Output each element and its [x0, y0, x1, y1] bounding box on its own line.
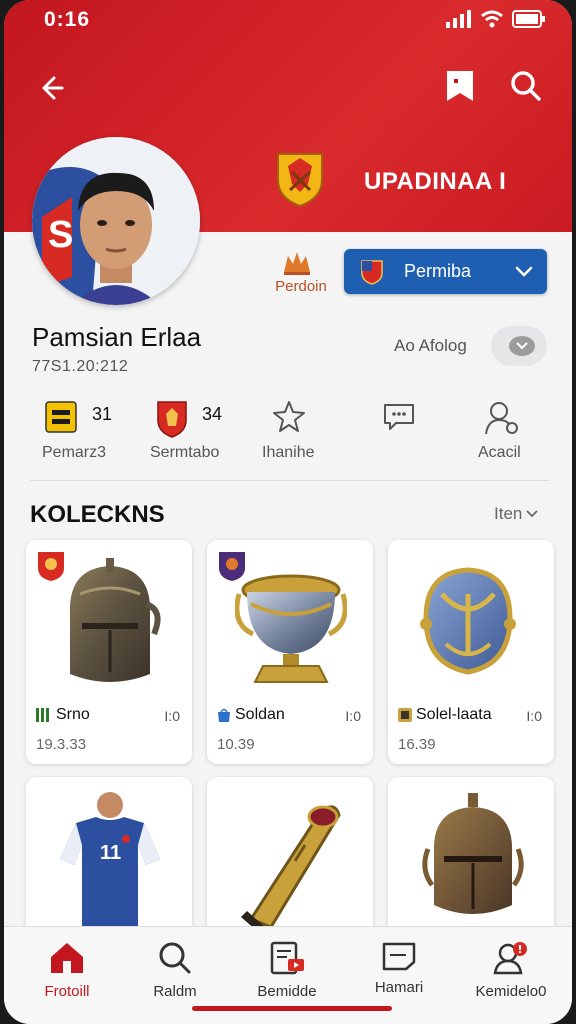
- team-crest-icon: [277, 153, 323, 208]
- item-name: Srno: [36, 706, 90, 724]
- message-icon: [384, 404, 414, 430]
- nav-label: Kemidelo0: [475, 983, 547, 1000]
- crest-small-icon: [398, 708, 412, 722]
- item-name-text: Srno: [56, 706, 90, 723]
- ornate-helmet-icon: [420, 567, 516, 675]
- item-quantity: I:0: [345, 708, 361, 724]
- status-icons: [446, 10, 546, 28]
- bronze-helmet-icon: [422, 793, 524, 914]
- stat-label: Sermtabo: [150, 444, 220, 461]
- divider: [30, 480, 550, 481]
- svg-text:S: S: [48, 214, 73, 256]
- club-crest-icon: [157, 401, 187, 438]
- team-select-dropdown[interactable]: Permiba: [344, 249, 547, 294]
- nav-label: Bemidde: [257, 983, 317, 1000]
- back-arrow-icon: [42, 76, 64, 100]
- home-icon: [51, 943, 83, 973]
- back-button[interactable]: [30, 68, 70, 108]
- signal-icon: [446, 10, 471, 28]
- nav-label: Hamari: [374, 979, 424, 996]
- nav-label: Frotoill: [44, 983, 90, 1000]
- nav-label: Raldm: [153, 983, 197, 1000]
- team-name: UPADINAA I: [364, 168, 507, 195]
- item-price: 19.3.33: [36, 736, 87, 753]
- stat-label: Pemarz3: [42, 444, 107, 461]
- prediction-label: Perdoin: [275, 278, 327, 295]
- jersey-image: 11: [60, 792, 160, 929]
- player-date: 77S1.20:212: [32, 358, 129, 375]
- nav-item-home[interactable]: Frotoill: [12, 941, 122, 1000]
- nav-item-tags[interactable]: Hamari: [344, 941, 454, 996]
- player-photo: S: [32, 137, 200, 305]
- star-outline-icon: [273, 401, 305, 432]
- stat-value: 34: [202, 404, 223, 424]
- media-icon: [270, 941, 304, 975]
- collection-card[interactable]: Solel-laata I:0 16.39: [388, 540, 554, 764]
- search-icon: [159, 942, 191, 974]
- status-time: 0:16: [44, 8, 91, 31]
- collection-title: KOLECKNS: [30, 501, 165, 528]
- follow-toggle[interactable]: [491, 326, 547, 366]
- wifi-icon: [481, 10, 503, 28]
- stat-item-5[interactable]: Acacil: [470, 398, 550, 468]
- profile-notification-icon: [493, 942, 527, 975]
- player-name: Pamsian Erlaa: [32, 322, 202, 352]
- bag-icon: [218, 708, 230, 722]
- chevron-down-icon: [515, 266, 533, 277]
- dropdown-flag-icon: [361, 259, 383, 285]
- item-name: Solel-laata: [398, 706, 492, 724]
- club-badge-icon: [45, 401, 77, 433]
- stat-value: 31: [92, 404, 113, 424]
- item-price: 10.39: [217, 736, 255, 753]
- svg-text:11: 11: [100, 842, 121, 864]
- item-price: 16.39: [398, 736, 436, 753]
- stat-item-2[interactable]: 34 Sermtabo: [148, 398, 258, 468]
- bookmark-icon: [447, 71, 473, 101]
- collection-card[interactable]: Srno I:0 19.3.33: [26, 540, 192, 764]
- item-name-text: Solel-laata: [416, 706, 492, 723]
- collection-filter[interactable]: Iten: [494, 504, 538, 524]
- nav-item-search[interactable]: Raldm: [120, 941, 230, 1000]
- player-avatar[interactable]: S: [32, 137, 200, 305]
- stat-label: Acacil: [478, 444, 521, 461]
- app-screen: 0:16 UPADINAA I S Perdoin Permiba Pamsia…: [4, 0, 572, 1024]
- item-name: Soldan: [217, 706, 285, 724]
- chevron-down-icon: [516, 342, 528, 350]
- collection-card[interactable]: Soldan I:0 10.39: [207, 540, 373, 764]
- search-button[interactable]: [506, 66, 546, 106]
- search-icon: [511, 71, 541, 101]
- stat-item-3[interactable]: Ihanihe: [258, 398, 358, 468]
- toggle-knob: [509, 336, 535, 356]
- stripes-icon: [36, 708, 49, 722]
- item-quantity: I:0: [526, 708, 542, 724]
- filter-label: Iten: [494, 504, 523, 523]
- stat-label: Ihanihe: [262, 444, 315, 461]
- knight-helmet-icon: [69, 558, 161, 682]
- battery-icon: [512, 10, 545, 28]
- prediction-icon: [284, 252, 310, 275]
- dropdown-value: Permiba: [404, 261, 472, 281]
- item-quantity: I:0: [164, 708, 180, 724]
- stat-item-4[interactable]: [374, 398, 434, 468]
- home-indicator: [192, 1006, 392, 1011]
- ceremonial-horn-icon: [241, 805, 341, 931]
- status-bar: 0:16: [4, 0, 572, 40]
- bookmark-button[interactable]: [440, 66, 480, 106]
- tag-icon: [382, 942, 416, 971]
- trophy-urn-icon: [235, 574, 347, 683]
- item-name-text: Soldan: [235, 706, 285, 723]
- chevron-down-icon: [526, 510, 538, 518]
- nav-item-media[interactable]: Bemidde: [232, 941, 342, 1000]
- user-settings-icon: [485, 402, 518, 435]
- stat-item-1[interactable]: 31 Pemarz3: [32, 398, 142, 468]
- nav-item-profile[interactable]: Kemidelo0: [456, 941, 566, 1000]
- toggle-label: Ao Afolog: [394, 336, 467, 355]
